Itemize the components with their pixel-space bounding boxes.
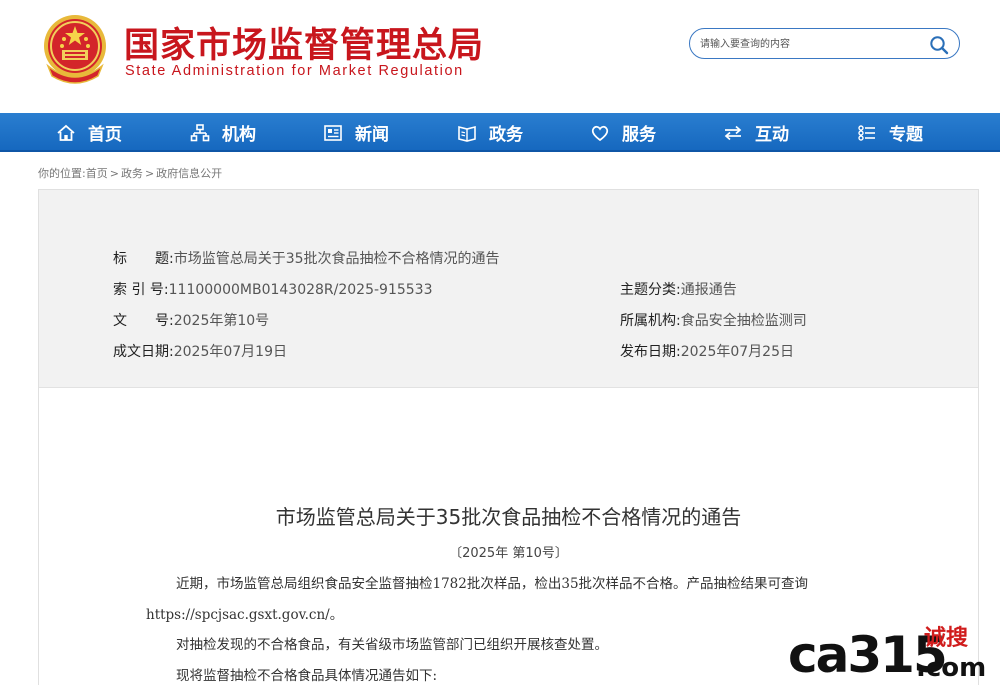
meta-dept-value: 食品安全抽检监测司 (680, 313, 807, 329)
meta-docno-value: 2025年第10号 (173, 313, 270, 329)
nav-item-service[interactable]: 服务 (590, 113, 656, 152)
content-frame: 标 题:市场监管总局关于35批次食品抽检不合格情况的通告 索 引 号:11100… (38, 189, 979, 685)
breadcrumb-separator: > (144, 167, 155, 180)
site-logo-subtitle[interactable]: State Administration for Market Regulati… (125, 63, 464, 79)
article-paragraph-1: 近期，市场监管总局组织食品安全监督抽检1782批次样品，检出35批次样品不合格。… (176, 576, 809, 592)
search-icon[interactable] (929, 35, 949, 55)
meta-dept-row: 所属机构:食品安全抽检监测司 (620, 310, 807, 330)
meta-title-row: 标 题:市场监管总局关于35批次食品抽检不合格情况的通告 (113, 248, 500, 268)
nav-label: 服务 (622, 125, 656, 145)
newspaper-icon (323, 123, 343, 143)
ca315-watermark-logo: ca315 诚搜 .com (788, 622, 993, 684)
nav-label: 互动 (755, 125, 789, 145)
national-emblem-icon[interactable] (42, 14, 108, 86)
result-query-link[interactable]: https://spcjsac.gsxt.gov.cn/ (146, 607, 330, 623)
meta-pub-row: 发布日期:2025年07月25日 (620, 341, 794, 361)
breadcrumb-affairs[interactable]: 政务 (121, 167, 143, 180)
main-nav: 首页 机构 新闻 政务 服务 互动 专题 (0, 113, 1000, 152)
breadcrumb: 你的位置:首页 > 政务 > 政府信息公开 (38, 165, 222, 181)
nav-label: 新闻 (355, 125, 389, 145)
breadcrumb-separator: > (109, 167, 119, 180)
article-period: 。 (329, 607, 344, 623)
nav-item-org[interactable]: 机构 (190, 113, 256, 152)
meta-topic-value: 通报通告 (680, 282, 737, 298)
nav-label: 机构 (222, 125, 256, 145)
meta-made-value: 2025年07月19日 (173, 344, 287, 360)
breadcrumb-gov-info[interactable]: 政府信息公开 (156, 167, 222, 180)
home-icon (56, 123, 76, 143)
meta-topic-row: 主题分类:通报通告 (620, 279, 737, 299)
watermark-domain: .com (916, 653, 986, 682)
article-doc-number: 〔2025年 第10号〕 (449, 546, 568, 561)
meta-pub-value: 2025年07月25日 (680, 344, 794, 360)
org-chart-icon (190, 123, 210, 143)
meta-dept-key: 所属机构: (620, 313, 681, 329)
article-title: 市场监管总局关于35批次食品抽检不合格情况的通告 (275, 505, 742, 529)
meta-topic-key: 主题分类: (620, 282, 681, 298)
nav-label: 政务 (489, 125, 523, 145)
meta-made-key: 成文日期: (113, 344, 174, 360)
breadcrumb-prefix: 你的位置: (38, 167, 86, 180)
meta-docno-key: 文 号: (113, 313, 174, 329)
nav-item-affairs[interactable]: 政务 (457, 113, 523, 152)
list-icon (857, 123, 877, 143)
meta-index-value: 11100000MB0143028R/2025-915533 (168, 282, 433, 298)
article-paragraph-2: 对抽检发现的不合格食品，有关省级市场监管部门已组织开展核查处置。 (176, 637, 608, 653)
meta-title-key: 标 题: (113, 251, 174, 267)
site-header: 国家市场监督管理总局 State Administration for Mark… (0, 0, 1000, 113)
watermark-graphic: ca315 诚搜 .com (788, 626, 986, 684)
meta-index-row: 索 引 号:11100000MB0143028R/2025-915533 (113, 279, 433, 299)
nav-item-interact[interactable]: 互动 (723, 113, 789, 152)
document-meta-panel: 标 题:市场监管总局关于35批次食品抽检不合格情况的通告 索 引 号:11100… (39, 190, 978, 388)
nav-item-home[interactable]: 首页 (56, 113, 122, 152)
exchange-arrows-icon (723, 123, 743, 143)
site-logo-title[interactable]: 国家市场监督管理总局 (124, 17, 484, 68)
nav-item-news[interactable]: 新闻 (323, 113, 389, 152)
meta-pub-key: 发布日期: (620, 344, 681, 360)
nav-label: 首页 (88, 125, 122, 145)
nav-label: 专题 (889, 125, 923, 145)
article-paragraph-3: 现将监督抽检不合格食品具体情况通告如下: (176, 668, 438, 684)
meta-made-row: 成文日期:2025年07月19日 (113, 341, 287, 361)
breadcrumb-home[interactable]: 首页 (86, 167, 108, 180)
meta-index-key: 索 引 号: (113, 282, 169, 298)
book-icon (457, 123, 477, 143)
watermark-cn: 诚搜 (924, 626, 969, 651)
meta-title-value: 市场监管总局关于35批次食品抽检不合格情况的通告 (173, 251, 500, 267)
search-input[interactable] (700, 34, 920, 54)
search-box (689, 28, 960, 59)
heart-icon (590, 123, 610, 143)
meta-docno-row: 文 号:2025年第10号 (113, 310, 269, 330)
nav-item-topics[interactable]: 专题 (857, 113, 923, 152)
article-paragraph-1-cont: https://spcjsac.gsxt.gov.cn/。 (146, 603, 343, 623)
